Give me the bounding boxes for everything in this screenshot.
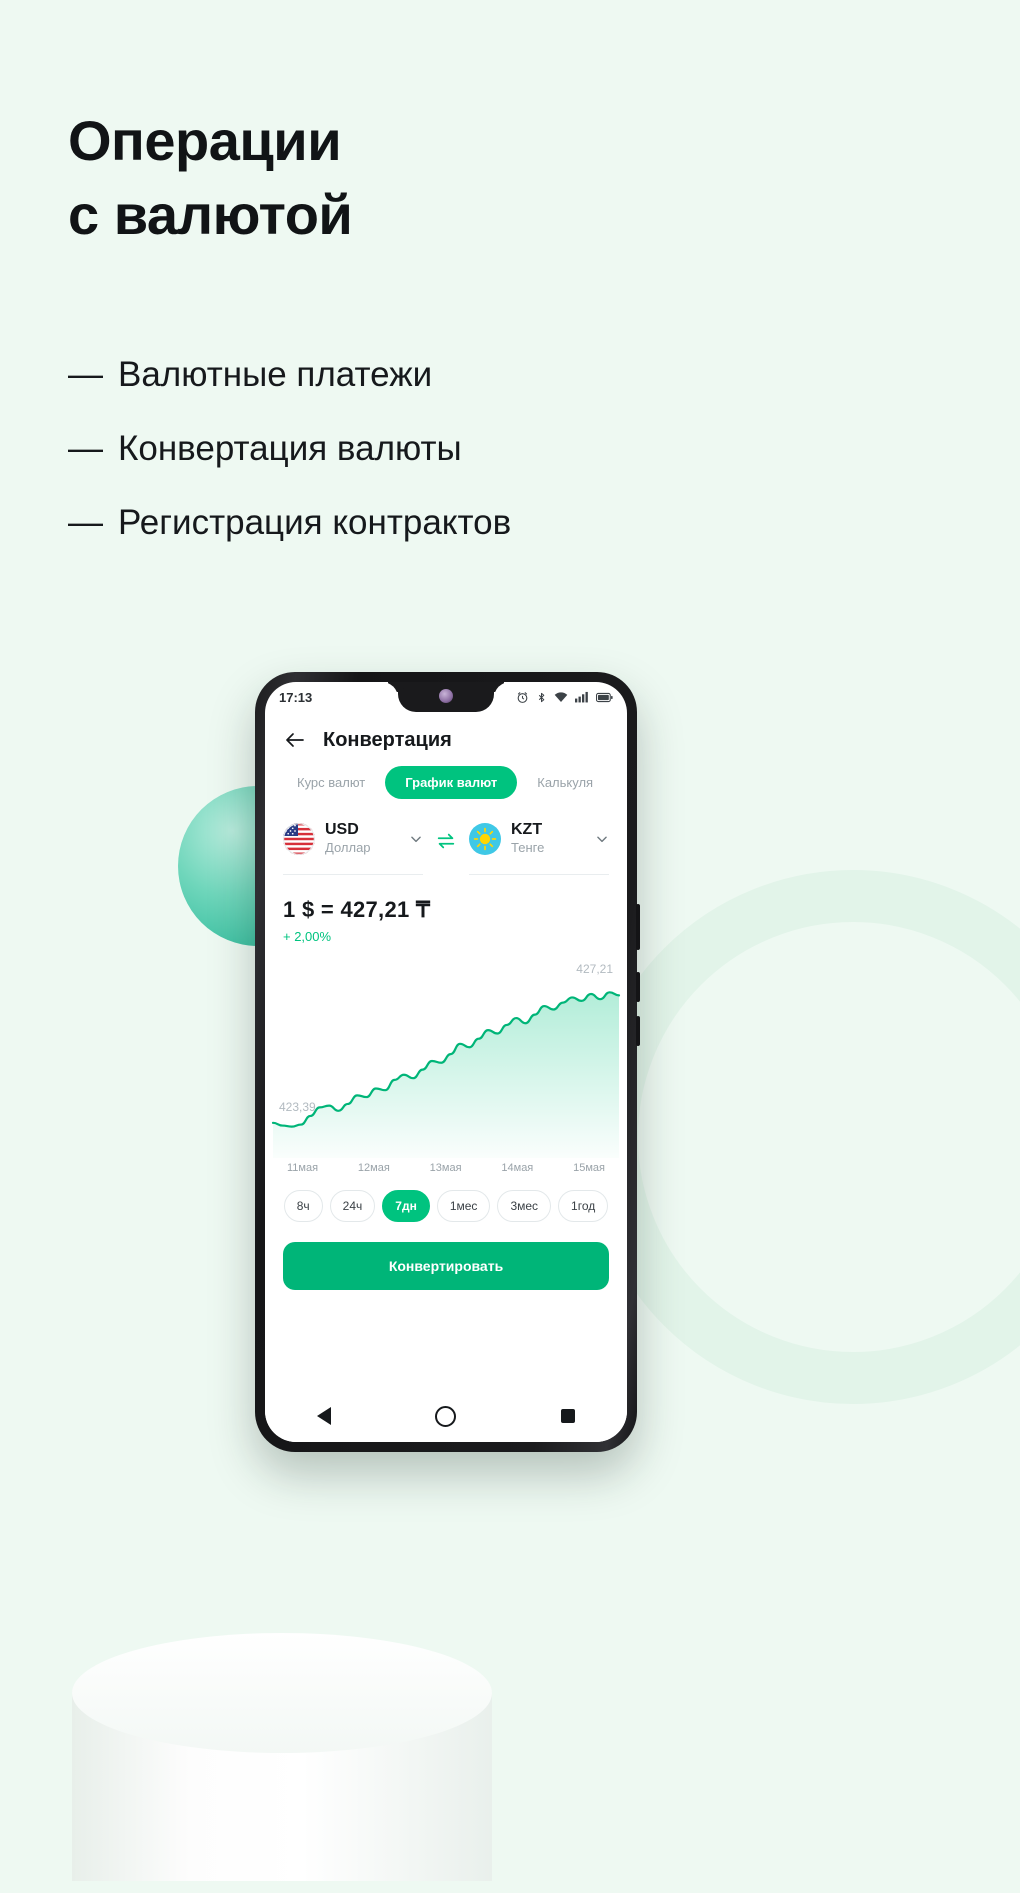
screen-title: Конвертация bbox=[323, 728, 452, 751]
tab-calculator[interactable]: Калькуля bbox=[523, 766, 607, 799]
currency-to-selector[interactable]: KZT Тенге bbox=[469, 821, 609, 875]
currency-from-selector[interactable]: USD Доллар bbox=[283, 821, 423, 875]
cta-wrapper: Конвертировать bbox=[265, 1222, 627, 1290]
tab-bar: Курс валют График валют Калькуля bbox=[265, 756, 627, 805]
chevron-down-icon[interactable] bbox=[409, 832, 423, 846]
bullet-dash: — bbox=[68, 355, 103, 394]
list-item-label: Валютные платежи bbox=[118, 355, 433, 394]
period-chip-1y[interactable]: 1год bbox=[558, 1189, 609, 1222]
phone-volume-up-button bbox=[636, 972, 640, 1002]
back-arrow-icon[interactable] bbox=[283, 728, 307, 752]
flag-usa-icon bbox=[283, 823, 315, 856]
pedestal-decoration bbox=[72, 1633, 492, 1893]
phone-volume-down-button bbox=[636, 1016, 640, 1046]
battery-icon bbox=[596, 692, 613, 703]
list-item-label: Регистрация контрактов bbox=[118, 503, 512, 542]
period-chip-7d[interactable]: 7дн bbox=[382, 1189, 430, 1222]
period-chip-8h[interactable]: 8ч bbox=[283, 1189, 323, 1222]
axis-tick-label: 15мая bbox=[573, 1161, 605, 1174]
rate-change-badge: + 2,00% bbox=[283, 928, 332, 944]
currency-selector-row: USD Доллар KZT Тенге bbox=[265, 805, 627, 875]
page-title: Операции с валютой bbox=[68, 104, 353, 252]
pedestal-top bbox=[72, 1633, 492, 1753]
currency-from-code: USD bbox=[325, 821, 359, 838]
rate-summary: 1 $ = 427,21 ₸ + 2,00% bbox=[265, 875, 627, 944]
period-selector: 8ч 24ч 7дн 1мес 3мес 1год bbox=[265, 1174, 627, 1222]
period-chip-3m[interactable]: 3мес bbox=[497, 1189, 552, 1222]
nav-recents-icon[interactable] bbox=[560, 1409, 575, 1423]
list-item: — Валютные платежи bbox=[68, 338, 511, 412]
chevron-down-icon[interactable] bbox=[595, 832, 609, 846]
status-bar-icons bbox=[516, 691, 613, 704]
wifi-icon bbox=[554, 691, 568, 703]
status-bar: 17:13 bbox=[265, 682, 627, 712]
bullet-dash: — bbox=[68, 429, 103, 468]
chart-label-high: 427,21 bbox=[576, 961, 613, 976]
background-ring-decoration bbox=[586, 870, 1020, 1404]
convert-button[interactable]: Конвертировать bbox=[283, 1241, 609, 1290]
chart-label-low: 423,39 bbox=[279, 1099, 316, 1114]
tab-rates[interactable]: Курс валют bbox=[283, 766, 379, 799]
currency-to-name: Тенге bbox=[511, 840, 545, 856]
tab-chart[interactable]: График валют bbox=[385, 766, 518, 799]
currency-to-code: KZT bbox=[511, 821, 543, 838]
axis-tick-label: 11мая bbox=[287, 1161, 319, 1174]
feature-list: — Валютные платежи — Конвертация валюты … bbox=[68, 338, 511, 560]
phone-screen: 17:13 Конвертация Курс валют График валю… bbox=[265, 682, 627, 1442]
status-bar-time: 17:13 bbox=[279, 689, 313, 705]
page-title-line-2: с валютой bbox=[68, 183, 353, 246]
nav-back-icon[interactable] bbox=[317, 1407, 332, 1425]
bullet-dash: — bbox=[68, 503, 103, 542]
currency-from-texts: USD Доллар bbox=[325, 821, 399, 858]
phone-power-button bbox=[636, 904, 640, 950]
phone-mockup: 17:13 Конвертация Курс валют График валю… bbox=[255, 672, 640, 1452]
axis-tick-label: 13мая bbox=[429, 1161, 462, 1174]
list-item-label: Конвертация валюты bbox=[118, 429, 462, 468]
rate-chart: 427,21 423,39 bbox=[265, 958, 627, 1158]
period-chip-1m[interactable]: 1мес bbox=[436, 1189, 491, 1222]
rate-value: 1 $ = 427,21 ₸ bbox=[283, 896, 431, 922]
flag-kazakhstan-icon bbox=[469, 823, 501, 856]
period-chip-24h[interactable]: 24ч bbox=[329, 1189, 376, 1222]
chart-date-axis: 11мая 12мая 13мая 14мая 15мая bbox=[265, 1158, 627, 1174]
bluetooth-icon bbox=[536, 691, 547, 704]
android-nav-bar bbox=[265, 1390, 627, 1442]
list-item: — Конвертация валюты bbox=[68, 412, 511, 486]
axis-tick-label: 12мая bbox=[357, 1161, 390, 1174]
app-header: Конвертация bbox=[265, 712, 627, 756]
rate-chart-svg bbox=[271, 990, 621, 1158]
page-title-line-1: Операции bbox=[68, 109, 342, 172]
nav-home-icon[interactable] bbox=[435, 1405, 457, 1427]
signal-icon bbox=[575, 691, 589, 703]
list-item: — Регистрация контрактов bbox=[68, 486, 511, 560]
phone-body: 17:13 Конвертация Курс валют График валю… bbox=[255, 672, 640, 1452]
swap-arrows-icon[interactable] bbox=[431, 830, 461, 866]
axis-tick-label: 14мая bbox=[501, 1161, 534, 1174]
currency-from-name: Доллар bbox=[325, 840, 371, 856]
alarm-icon bbox=[516, 691, 529, 704]
currency-to-texts: KZT Тенге bbox=[511, 821, 585, 858]
